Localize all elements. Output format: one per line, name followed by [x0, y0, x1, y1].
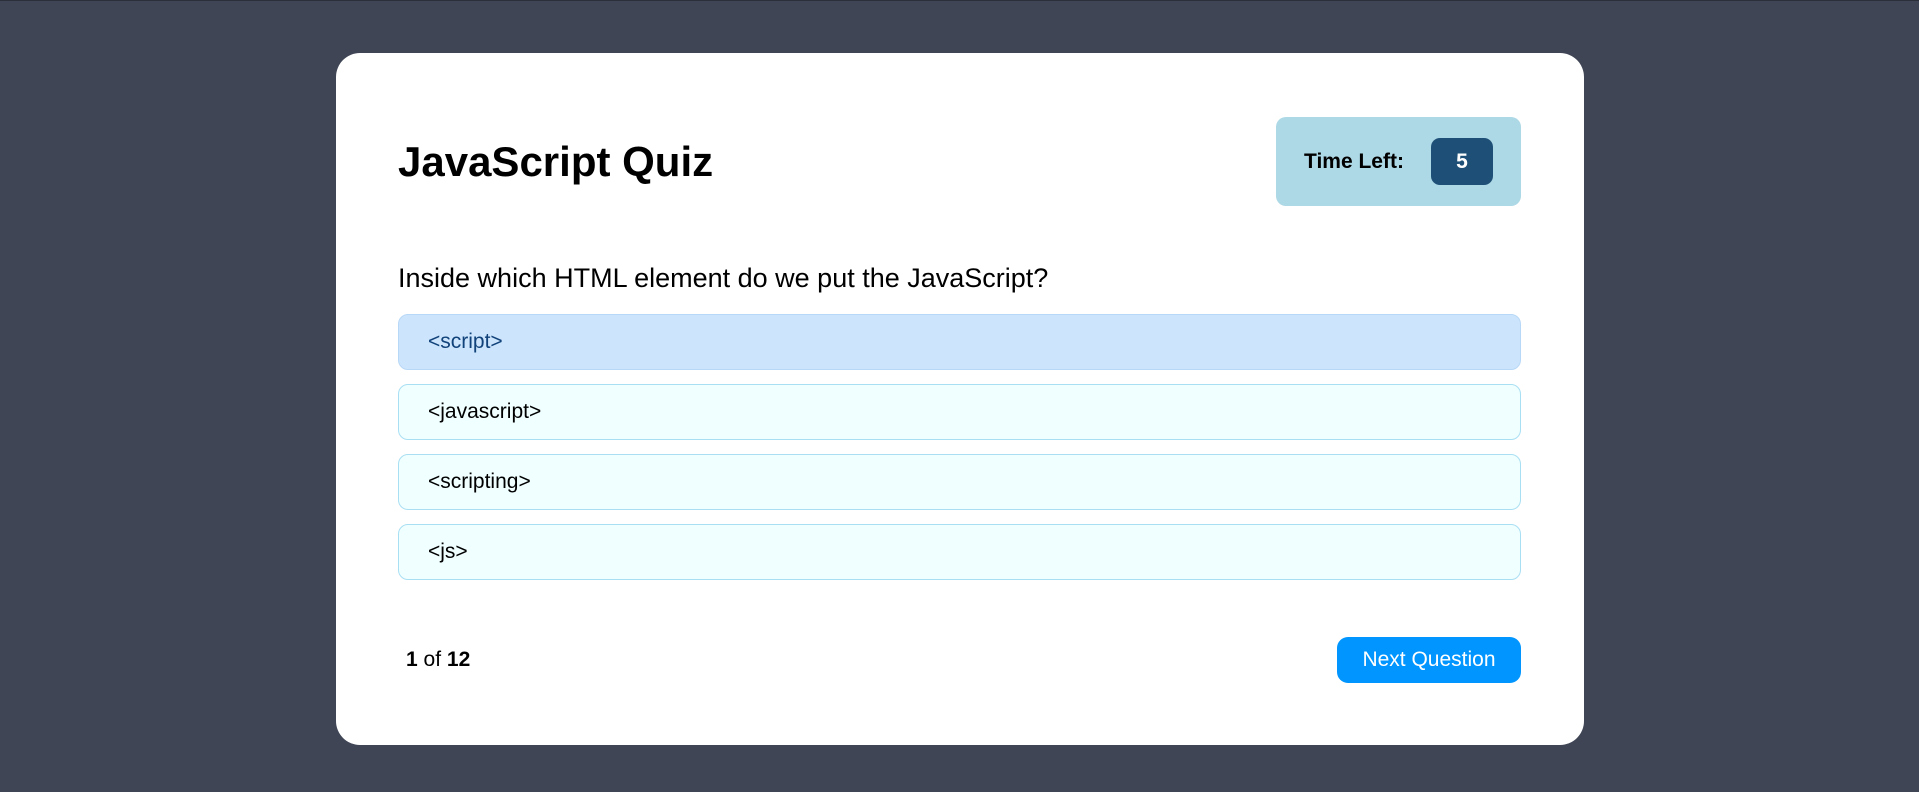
- answer-label: <scripting>: [428, 470, 531, 493]
- quiz-title: JavaScript Quiz: [398, 138, 714, 185]
- answer-option-javascript[interactable]: <javascript>: [398, 384, 1521, 440]
- question-progress: 1 of 12: [406, 647, 470, 673]
- timer-label: Time Left:: [1304, 150, 1404, 173]
- timer-box: Time Left: 5: [1276, 117, 1521, 206]
- window-top-border: [0, 0, 1919, 1]
- answer-label: <js>: [428, 540, 468, 563]
- next-question-button[interactable]: Next Question: [1337, 637, 1521, 683]
- progress-current: 1: [406, 648, 418, 671]
- answer-option-script[interactable]: <script>: [398, 314, 1521, 370]
- answer-label: <script>: [428, 330, 503, 353]
- answer-label: <javascript>: [428, 400, 542, 423]
- quiz-card: JavaScript Quiz Time Left: 5 Inside whic…: [336, 53, 1584, 745]
- answer-option-scripting[interactable]: <scripting>: [398, 454, 1521, 510]
- progress-total: 12: [446, 648, 471, 671]
- answer-option-js[interactable]: <js>: [398, 524, 1521, 580]
- progress-separator: of: [423, 648, 442, 671]
- question-text: Inside which HTML element do we put the …: [398, 263, 1049, 293]
- answer-list: <script> <javascript> <scripting> <js>: [398, 314, 1521, 594]
- timer-value: 5: [1431, 138, 1493, 185]
